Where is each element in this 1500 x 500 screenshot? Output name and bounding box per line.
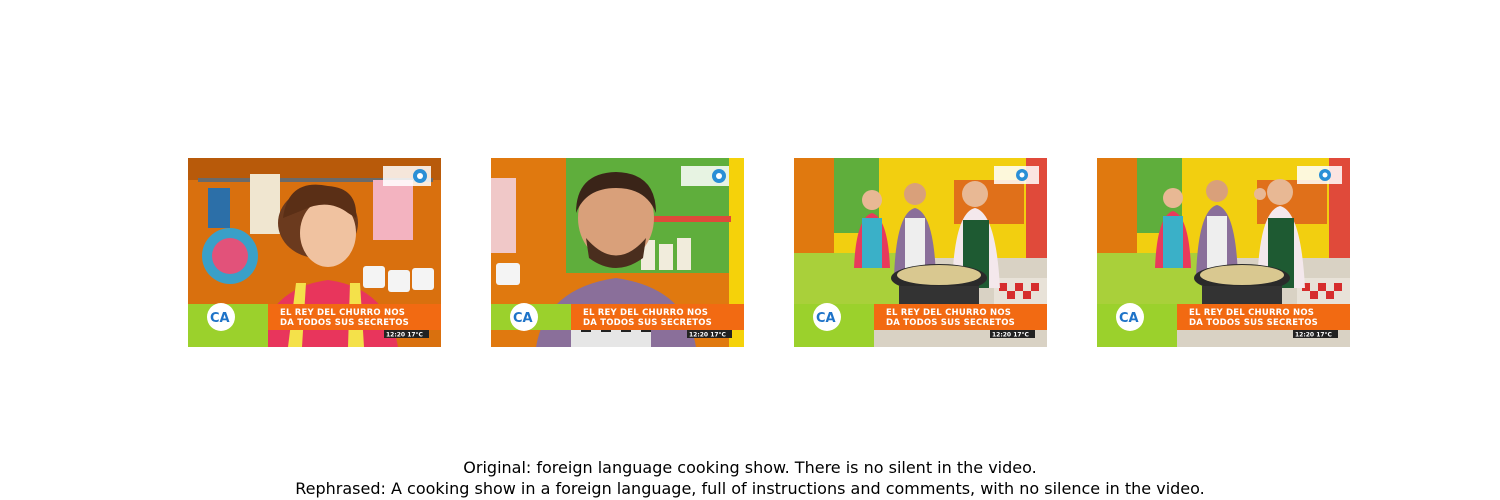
channel-logo: CA	[210, 311, 230, 326]
clock-readout: 12:20 17°C	[386, 332, 424, 339]
channel-logo: CA	[816, 311, 836, 326]
banner-line-2: DA TODOS SUS SECRETOS	[280, 318, 409, 328]
channel-logo: CA	[513, 311, 533, 326]
banner-line-2: DA TODOS SUS SECRETOS	[1189, 318, 1318, 328]
banner-line-1: EL REY DEL CHURRO NOS	[583, 308, 708, 318]
channel-logo: CA	[1119, 311, 1139, 326]
clock-readout: 12:20 17°C	[689, 332, 727, 339]
banner-line-1: EL REY DEL CHURRO NOS	[1189, 308, 1314, 318]
video-frame-1: CA EL REY DEL CHURRO NOS DA TODOS SUS SE…	[188, 158, 441, 347]
clock-readout: 12:20 17°C	[1295, 332, 1333, 339]
video-frame-4: CA EL REY DEL CHURRO NOS DA TODOS SUS SE…	[1097, 158, 1350, 347]
banner-line-1: EL REY DEL CHURRO NOS	[280, 308, 405, 318]
banner-line-2: DA TODOS SUS SECRETOS	[886, 318, 1015, 328]
caption-rephrased: Rephrased: A cooking show in a foreign l…	[295, 479, 1205, 498]
video-frame-2: CA EL REY DEL CHURRO NOS DA TODOS SUS SE…	[491, 158, 744, 347]
clock-readout: 12:20 17°C	[992, 332, 1030, 339]
video-frame-3: CA EL REY DEL CHURRO NOS DA TODOS SUS SE…	[794, 158, 1047, 347]
banner-line-1: EL REY DEL CHURRO NOS	[886, 308, 1011, 318]
caption-original: Original: foreign language cooking show.…	[463, 458, 1037, 477]
banner-line-2: DA TODOS SUS SECRETOS	[583, 318, 712, 328]
